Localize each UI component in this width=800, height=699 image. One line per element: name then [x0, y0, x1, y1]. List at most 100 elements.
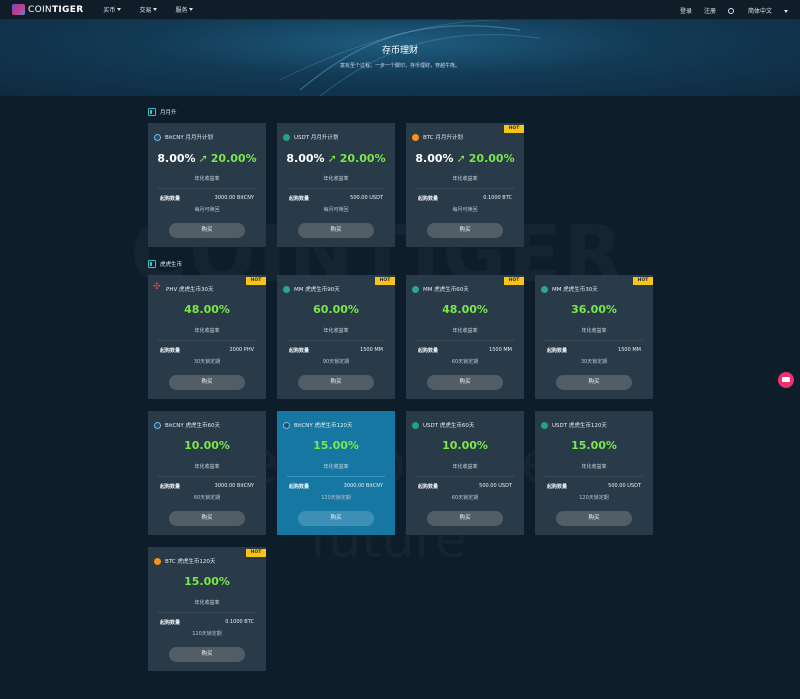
min-purchase-row: 起购数量 0.1000 BTC	[418, 195, 512, 202]
buy-button[interactable]: 购买	[169, 375, 245, 390]
rate-from: 8.00%	[286, 152, 325, 165]
bitcny-coin-icon	[154, 133, 161, 141]
annual-rate-label: 年化收益率	[323, 176, 349, 182]
product-card[interactable]: BitCNY 月月升计划 8.00% ➚ 20.00% 年化收益率 起购数量 3000.00…	[148, 123, 266, 247]
card-header: MM 虎虎生币30天	[541, 285, 598, 293]
min-purchase-amount: 0.1000 BTC	[225, 619, 254, 625]
min-purchase-label: 起购数量	[418, 196, 439, 202]
page-title: 存币理财	[381, 46, 418, 56]
tiger-logo-icon	[12, 4, 25, 15]
min-purchase-label: 起购数量	[289, 348, 310, 354]
lock-term: 60天锁定期	[451, 495, 479, 501]
login-link[interactable]: 登录	[680, 6, 692, 15]
buy-button[interactable]: 购买	[556, 511, 632, 526]
min-purchase-amount: 0.1000 BTC	[483, 195, 512, 201]
product-card[interactable]: USDT 虎虎生币60天 10.00% 年化收益率 起购数量 500.00 USDT 60…	[406, 411, 524, 535]
chevron-down-icon	[153, 8, 158, 11]
min-purchase-amount: 500.00 USDT	[608, 483, 641, 489]
rate-from: 8.00%	[157, 152, 196, 165]
hot-badge: HOT	[504, 125, 524, 133]
hot-badge: HOT	[633, 277, 653, 285]
min-purchase-amount: 1500 MM	[489, 347, 512, 353]
annual-rate: 48.00%	[442, 303, 488, 316]
product-card[interactable]: BitCNY 虎虎生币120天 15.00% 年化收益率 起购数量 3000.00 Bi…	[277, 411, 395, 535]
buy-button[interactable]: 购买	[169, 647, 245, 662]
product-card[interactable]: HOT MM 虎虎生币30天 36.00% 年化收益率 起购数量 1500 MM 30天锁定…	[535, 275, 653, 399]
lock-term: 120天锁定期	[579, 495, 609, 501]
chat-support-button[interactable]	[778, 372, 794, 388]
divider	[416, 476, 514, 477]
product-card[interactable]: HOT BTC 月月升计划 8.00% ➚ 20.00% 年化收益率起购数量 0.1000 …	[406, 123, 524, 247]
min-purchase-row: 起购数量 3000.00 BitCNY	[160, 483, 254, 490]
product-card[interactable]: USDT 虎虎生币120天 15.00% 年化收益率 起购数量 500.00 USDT 1…	[535, 411, 653, 535]
rate-from: 8.00%	[415, 152, 454, 165]
nav-trade[interactable]: 交易	[139, 5, 158, 14]
min-purchase-row: 起购数量 2000 PHV	[160, 347, 254, 354]
hero-swoosh-graphic	[279, 20, 541, 96]
hero-banner: 存币理财 富有圣个过程，一步一个脚印，存币理财，穿越牛熊。	[0, 20, 800, 96]
btc-coin-icon	[412, 133, 419, 141]
annual-rate-label: 年化收益率	[452, 176, 478, 182]
buy-button[interactable]: 购买	[427, 223, 503, 238]
product-name: USDT 虎虎生币60天	[423, 423, 475, 429]
divider	[416, 340, 514, 341]
buy-button[interactable]: 购买	[298, 223, 374, 238]
buy-button[interactable]: 购买	[427, 375, 503, 390]
rate-range: 8.00% ➚ 20.00%	[277, 152, 395, 165]
min-purchase-row: 起购数量 1500 MM	[418, 347, 512, 354]
rising-arrow-icon: ➚	[327, 152, 337, 165]
buy-button[interactable]: 购买	[427, 511, 503, 526]
card-header: USDT 月月升计划	[283, 133, 338, 141]
product-card[interactable]: HOT MM 虎虎生币90天 60.00% 年化收益率 起购数量 1500 MM 90天锁定…	[277, 275, 395, 399]
buy-button[interactable]: 购买	[556, 375, 632, 390]
buy-button[interactable]: 购买	[298, 511, 374, 526]
min-purchase-row: 起购数量 500.00 USDT	[418, 483, 512, 490]
annual-rate: 15.00%	[571, 439, 617, 452]
language-selector[interactable]: 简体中文	[727, 6, 788, 15]
divider	[158, 340, 256, 341]
tiger-icon	[148, 260, 156, 268]
product-card[interactable]: BitCNY 虎虎生币60天 10.00% 年化收益率 起购数量 3000.00 Bit…	[148, 411, 266, 535]
lock-term: 30天锁定期	[193, 359, 221, 365]
min-purchase-amount: 3000.00 BitCNY	[343, 483, 383, 489]
min-purchase-row: 起购数量 0.1000 BTC	[160, 619, 254, 626]
phv-coin-icon	[153, 282, 162, 293]
chevron-down-icon	[117, 8, 122, 11]
product-name: BTC 月月升计划	[423, 135, 463, 141]
buy-button[interactable]: 购买	[298, 375, 374, 390]
nav-services[interactable]: 服务	[175, 5, 194, 14]
buy-button[interactable]: 购买	[169, 511, 245, 526]
product-card[interactable]: HOT PHV 虎虎生币30天 48.00% 年化收益率起购数量 2000 PHV 30天…	[148, 275, 266, 399]
rising-arrow-icon: ➚	[456, 152, 466, 165]
min-purchase-label: 起购数量	[160, 348, 181, 354]
min-purchase-label: 起购数量	[547, 348, 568, 354]
usdt-coin-icon	[541, 421, 548, 429]
divider	[158, 188, 256, 189]
register-link[interactable]: 注册	[704, 6, 716, 15]
annual-rate-label: 年化收益率	[452, 464, 478, 470]
annual-rate-label: 年化收益率	[581, 464, 607, 470]
annual-rate: 15.00%	[313, 439, 359, 452]
min-purchase-label: 起购数量	[289, 484, 310, 490]
min-purchase-amount: 2000 PHV	[229, 347, 254, 353]
product-card[interactable]: HOT BTC 虎虎生币120天 15.00% 年化收益率 起购数量 0.1000 BTC…	[148, 547, 266, 671]
rate-range: 8.00% ➚ 20.00%	[148, 152, 266, 165]
min-purchase-row: 起购数量 1500 MM	[547, 347, 641, 354]
product-name: BitCNY 虎虎生币120天	[294, 423, 353, 429]
hot-badge: HOT	[246, 277, 266, 285]
min-purchase-row: 起购数量 3000.00 BitCNY	[289, 483, 383, 490]
divider	[287, 188, 385, 189]
product-card[interactable]: HOT MM 虎虎生币60天 48.00% 年化收益率 起购数量 1500 MM 60天锁定…	[406, 275, 524, 399]
min-purchase-amount: 500.00 USDT	[350, 195, 383, 201]
cointiger-logo[interactable]: COINTIGER	[12, 4, 83, 15]
card-header: BTC 虎虎生币120天	[154, 557, 215, 565]
product-card[interactable]: USDT 月月升计划 8.00% ➚ 20.00% 年化收益率 起购数量 500.00 US…	[277, 123, 395, 247]
nav-buy-coin[interactable]: 买币	[103, 5, 122, 14]
min-purchase-amount: 3000.00 BitCNY	[214, 483, 254, 489]
card-header: MM 虎虎生币90天	[283, 285, 340, 293]
calendar-icon	[148, 108, 156, 116]
rate-to: 20.00%	[468, 152, 515, 165]
logo-text: COINTIGER	[28, 4, 84, 15]
buy-button[interactable]: 购买	[169, 223, 245, 238]
annual-rate: 48.00%	[184, 303, 230, 316]
